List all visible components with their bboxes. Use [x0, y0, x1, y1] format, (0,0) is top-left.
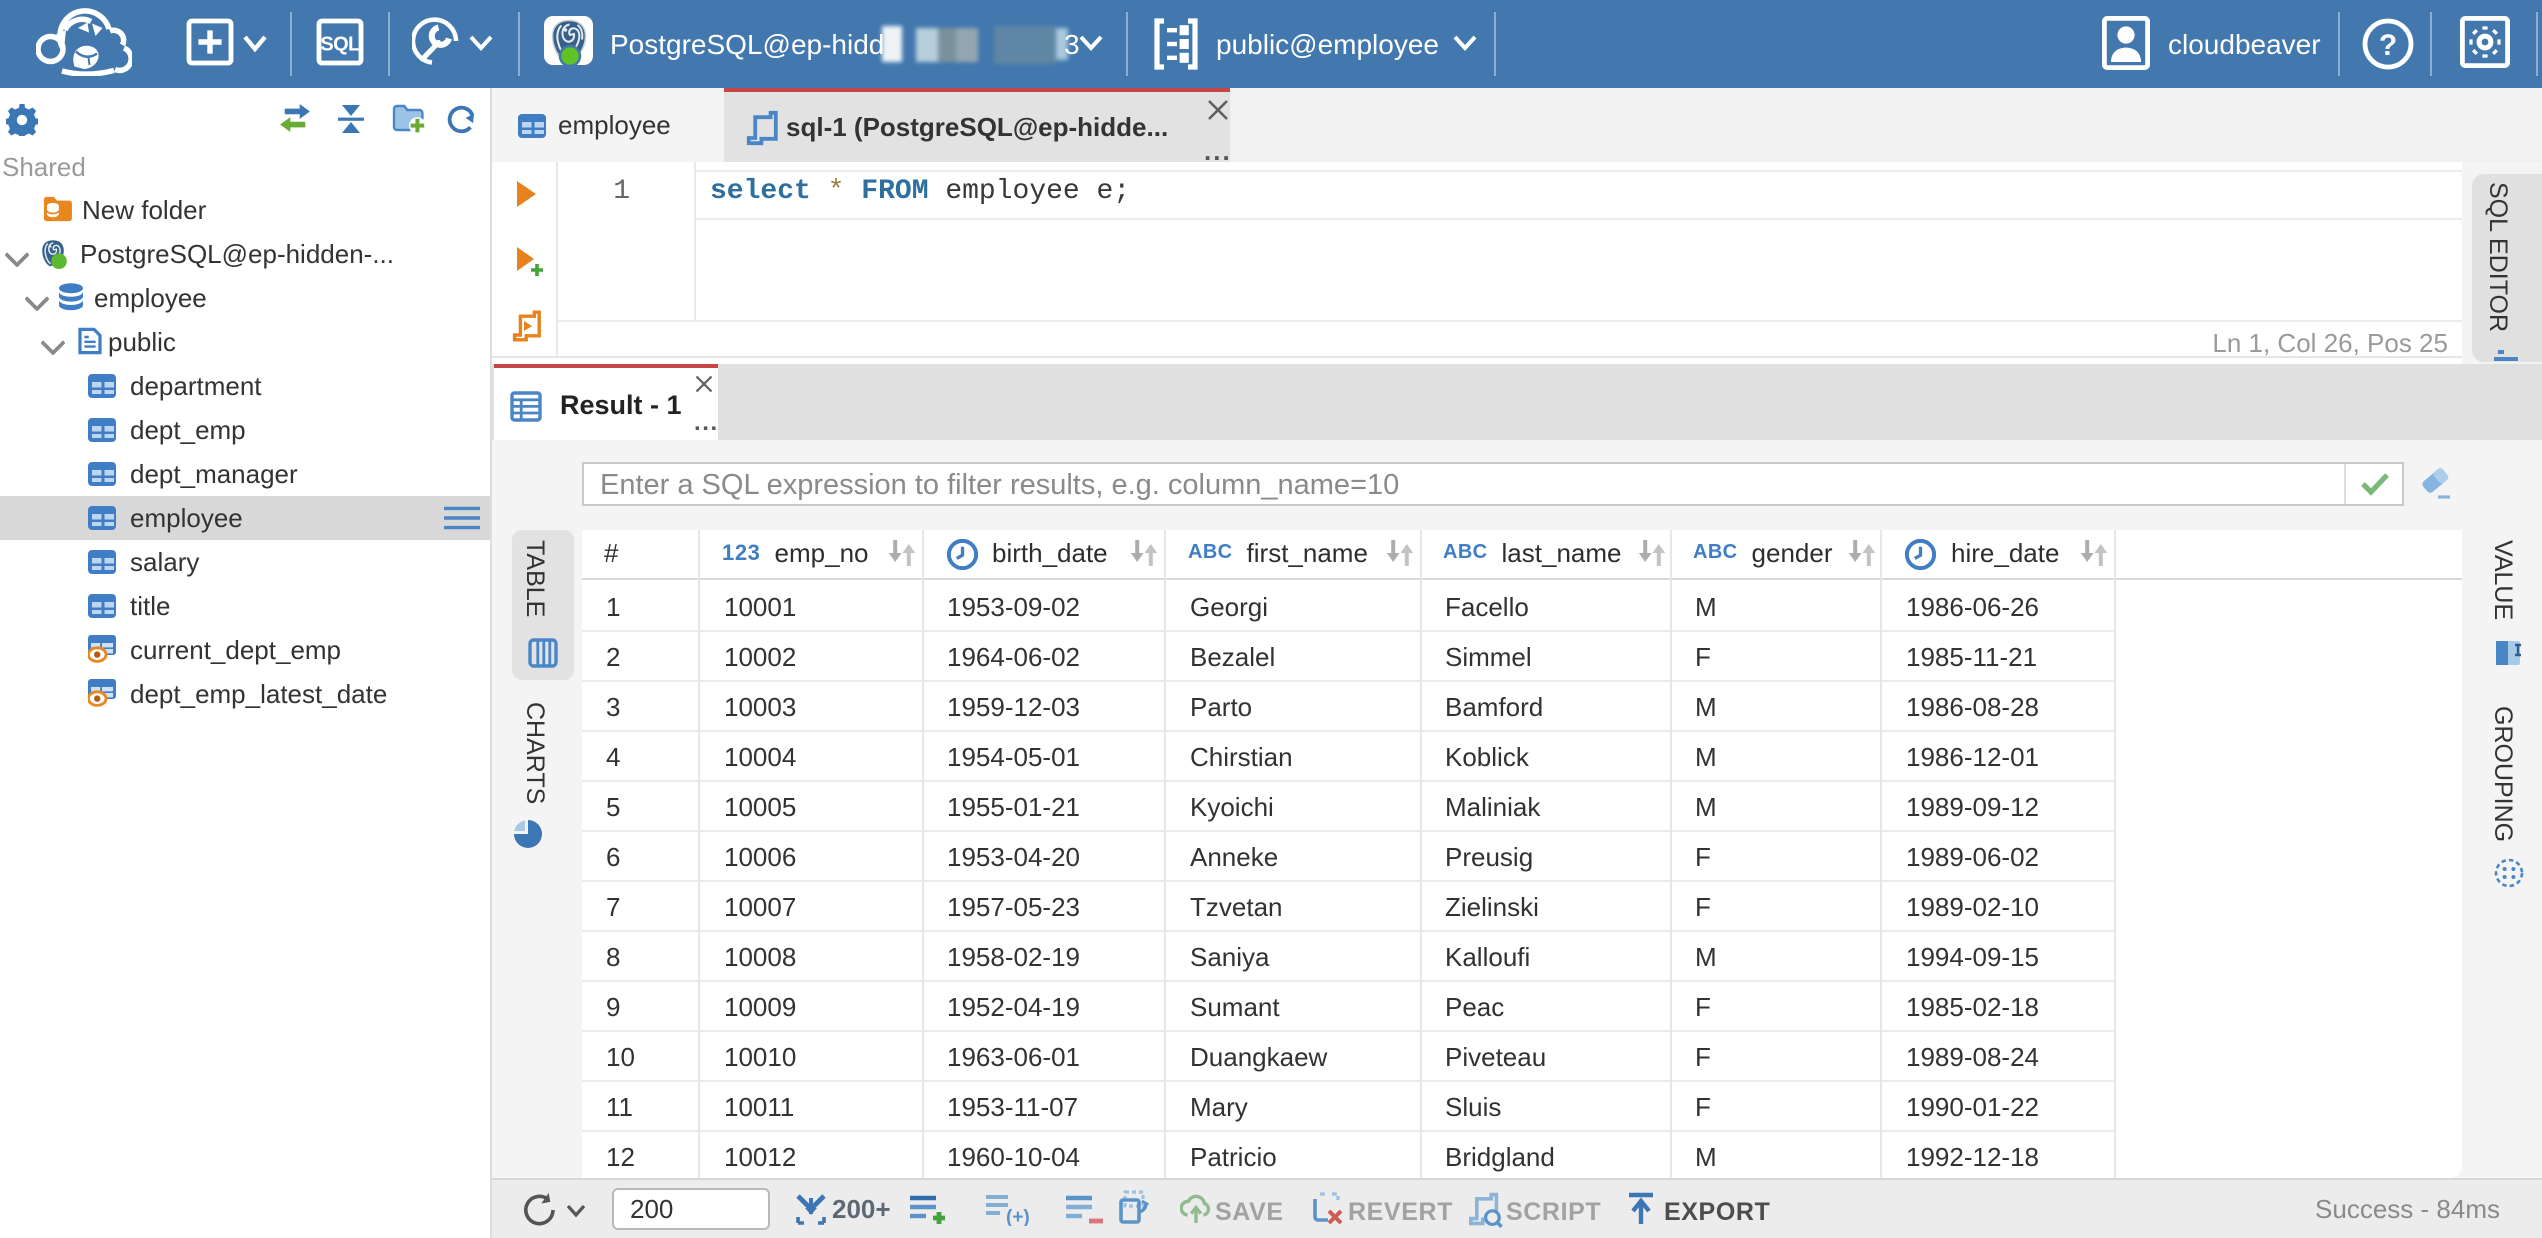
svg-text:?: ? — [2379, 29, 2397, 62]
svg-text:SQL: SQL — [320, 33, 360, 55]
svg-text:(+): (+) — [1006, 1207, 1030, 1226]
